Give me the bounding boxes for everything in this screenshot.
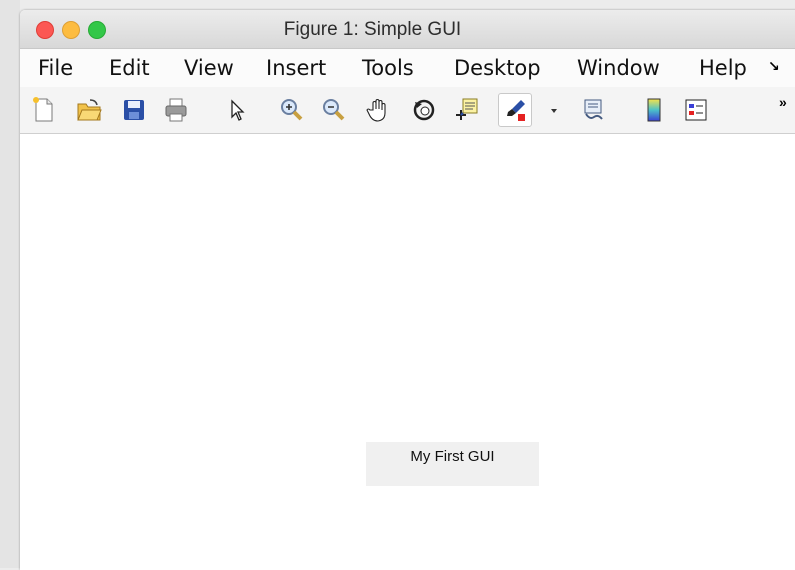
print-icon[interactable] — [162, 96, 190, 124]
pointer-arrow-icon[interactable] — [223, 96, 251, 124]
pan-hand-icon[interactable] — [365, 96, 393, 124]
figure-canvas: My First GUI — [20, 134, 795, 570]
background-edge — [0, 0, 20, 568]
figure-window: Figure 1: Simple GUI File Edit View Inse… — [20, 10, 795, 570]
brush-icon[interactable] — [498, 93, 532, 127]
menu-window[interactable]: Window — [577, 56, 660, 80]
open-file-icon[interactable] — [75, 96, 103, 124]
gui-text-label: My First GUI — [366, 442, 539, 486]
brush-dropdown-icon[interactable] — [540, 96, 557, 124]
menu-view[interactable]: View — [184, 56, 234, 80]
menu-overflow-icon[interactable]: ↘ — [768, 59, 780, 75]
toolbar-overflow-icon[interactable]: » — [779, 94, 787, 110]
menu-file[interactable]: File — [38, 56, 73, 80]
menu-edit[interactable]: Edit — [109, 56, 150, 80]
menu-insert[interactable]: Insert — [266, 56, 326, 80]
window-title: Figure 1: Simple GUI — [283, 19, 462, 40]
legend-icon[interactable] — [682, 96, 710, 124]
save-icon[interactable] — [120, 96, 148, 124]
menu-help[interactable]: Help — [699, 56, 747, 80]
menu-desktop[interactable]: Desktop — [454, 56, 541, 80]
colorbar-icon[interactable] — [640, 96, 668, 124]
data-cursor-icon[interactable] — [453, 96, 481, 124]
zoom-in-icon[interactable] — [278, 96, 306, 124]
menu-bar: File Edit View Insert Tools Desktop Wind… — [20, 48, 795, 88]
figure-toolbar: » — [20, 87, 795, 134]
menu-tools[interactable]: Tools — [362, 56, 414, 80]
title-bar: Figure 1: Simple GUI — [20, 10, 795, 48]
rotate-3d-icon[interactable] — [410, 96, 438, 124]
zoom-out-icon[interactable] — [320, 96, 348, 124]
link-plot-icon[interactable] — [580, 96, 608, 124]
new-figure-icon[interactable] — [30, 96, 58, 124]
